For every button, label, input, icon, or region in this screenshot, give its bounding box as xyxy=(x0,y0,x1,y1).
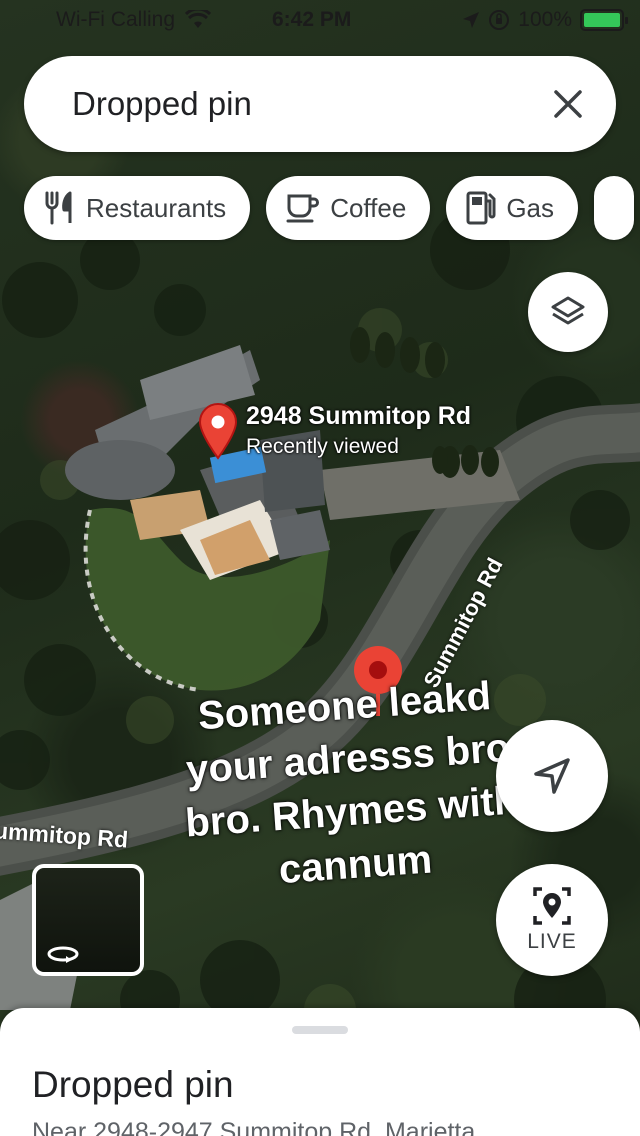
place-address: 2948 Summitop Rd xyxy=(246,402,472,430)
live-label: LIVE xyxy=(527,930,577,953)
carrier-label: Wi-Fi Calling xyxy=(56,8,176,31)
search-query[interactable]: Dropped pin xyxy=(72,85,252,123)
chip-coffee[interactable]: Coffee xyxy=(266,176,431,240)
place-subtitle: Recently viewed xyxy=(246,435,399,458)
rotate-360-icon xyxy=(47,946,79,963)
bottom-sheet[interactable]: Dropped pin Near 2948-2947 Summitop Rd, … xyxy=(0,1008,640,1136)
location-arrow-icon xyxy=(463,12,480,28)
layers-button[interactable] xyxy=(528,272,608,352)
chip-label: Coffee xyxy=(330,192,407,223)
layers-icon xyxy=(551,296,585,325)
gas-pump-icon xyxy=(466,191,496,225)
chip-more[interactable] xyxy=(594,176,635,240)
overlay-caption: Someone leakd your adresss bro bro. Rhym… xyxy=(183,674,520,893)
navigation-arrow-icon xyxy=(534,758,570,794)
status-bar: Wi-Fi Calling 6:42 PM 100% xyxy=(0,0,640,40)
live-location-icon xyxy=(533,887,571,925)
carrier-status: Wi-Fi Calling xyxy=(56,8,212,32)
category-chips: Restaurants Coffee Gas xyxy=(24,176,635,240)
status-time: 6:42 PM xyxy=(272,8,352,31)
coffee-cup-icon xyxy=(286,194,320,223)
drag-handle[interactable] xyxy=(292,1026,348,1034)
search-bar[interactable]: Dropped pin xyxy=(24,56,616,152)
my-location-button[interactable] xyxy=(496,720,608,832)
chip-label: Restaurants xyxy=(86,192,227,223)
street-view-thumbnail[interactable] xyxy=(32,864,144,976)
orientation-lock-icon xyxy=(489,10,510,30)
sheet-subtitle: Near 2948-2947 Summitop Rd, Marietta, ..… xyxy=(32,1118,511,1136)
chip-gas[interactable]: Gas xyxy=(446,176,579,240)
fork-knife-icon xyxy=(45,191,72,225)
place-label[interactable]: 2948 Summitop Rd Recently viewed xyxy=(246,402,471,459)
chip-label: Gas xyxy=(506,192,555,223)
live-view-button[interactable]: LIVE xyxy=(496,864,608,976)
close-icon[interactable] xyxy=(550,86,586,122)
wifi-icon xyxy=(185,10,212,28)
battery-icon xyxy=(580,9,628,31)
map-pin-icon[interactable] xyxy=(198,402,238,460)
battery-fill xyxy=(584,13,620,27)
sheet-title: Dropped pin xyxy=(32,1064,234,1105)
battery-percent: 100% xyxy=(518,8,572,31)
chip-restaurants[interactable]: Restaurants xyxy=(24,176,251,240)
status-right: 100% xyxy=(462,8,628,32)
